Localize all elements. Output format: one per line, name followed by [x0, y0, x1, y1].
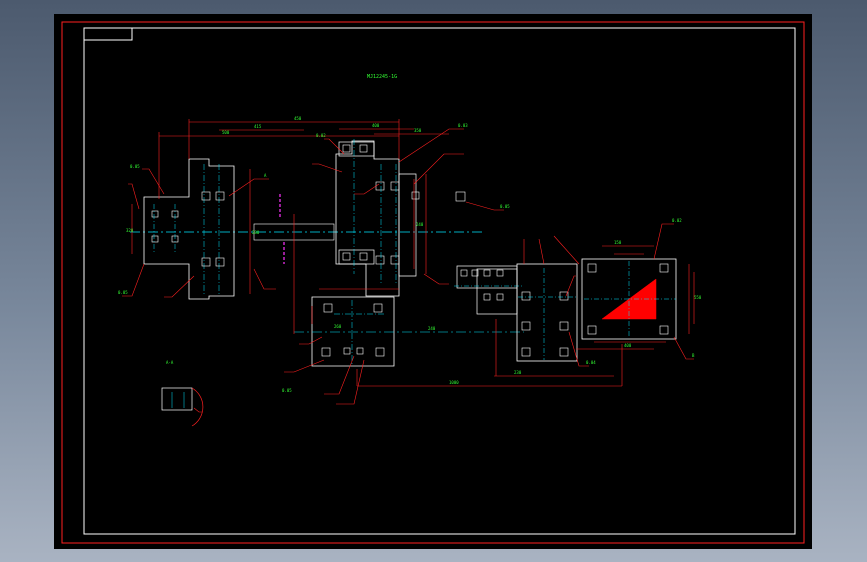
tolerance-callout: 0.02: [672, 218, 682, 223]
center-tall-block: [335, 139, 466, 297]
detail-view-a: A-A: [161, 360, 204, 427]
dim-text: 240: [416, 222, 424, 227]
tolerance-callout: 0.05: [500, 204, 510, 209]
datum-label: B: [692, 353, 695, 358]
dim-text: 415: [254, 124, 262, 129]
dim-text: 350: [414, 128, 422, 133]
dim-text: 450: [294, 116, 302, 121]
dim-text: 1000: [449, 380, 459, 385]
right-square-flange: [581, 258, 677, 340]
datum-label: A: [264, 173, 267, 178]
dim-text: 150: [614, 240, 622, 245]
corner-label-box: [83, 27, 133, 41]
tolerance-callout: 0.02: [316, 133, 326, 138]
left-flange-part: [143, 158, 235, 300]
dimension-text: 450 500 415 400 350 320 280 240 260 240 …: [118, 116, 702, 393]
dim-text: 230: [514, 370, 522, 375]
right-center-block: [516, 263, 578, 362]
tolerance-callout: 0.04: [586, 360, 596, 365]
detail-label: A-A: [166, 360, 174, 365]
dim-text: 320: [126, 228, 134, 233]
cad-drawing: MJ12245-1G A-A 450 500 415 400 350 320 2…: [61, 21, 805, 544]
dim-text: 500: [222, 130, 230, 135]
tolerance-callout: 0.03: [458, 123, 468, 128]
outer-border: [61, 21, 805, 544]
dim-text: 280: [252, 230, 260, 235]
tolerance-callout: 0.05: [130, 164, 140, 169]
dim-text: 400: [624, 343, 632, 348]
cad-drawing-viewport[interactable]: MJ12245-1G A-A 450 500 415 400 350 320 2…: [54, 14, 812, 549]
dim-text: 240: [428, 326, 436, 331]
dim-text: 400: [372, 123, 380, 128]
dimension-lines: [122, 119, 695, 413]
drawing-title-note: MJ12245-1G: [367, 74, 397, 80]
dim-text: 260: [334, 324, 342, 329]
lower-center-block: [311, 296, 395, 367]
tolerance-callout: 0.05: [118, 290, 128, 295]
small-right-flange: [454, 265, 524, 315]
drawing-frame: [83, 27, 796, 535]
tolerance-callout: 0.05: [282, 388, 292, 393]
dim-text: 550: [694, 295, 702, 300]
